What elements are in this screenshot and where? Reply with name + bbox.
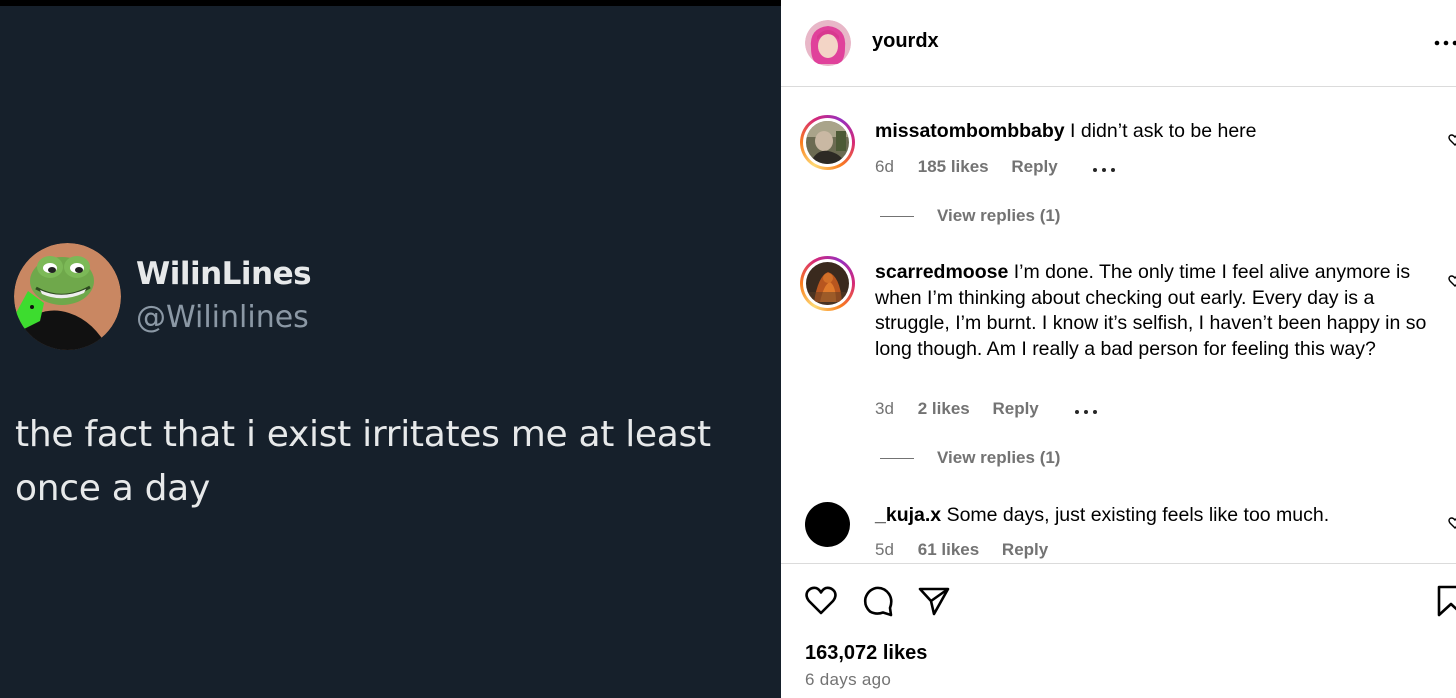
replies-divider bbox=[880, 216, 914, 218]
comment-avatar[interactable] bbox=[800, 256, 855, 311]
comment-text: _kuja.x Some days, just existing feels l… bbox=[875, 503, 1435, 529]
view-replies-button[interactable]: View replies (1) bbox=[880, 206, 1060, 226]
comment-meta: 6d 185 likes Reply bbox=[875, 157, 1116, 178]
comment-age[interactable]: 5d bbox=[875, 540, 913, 560]
comment-age[interactable]: 6d bbox=[875, 157, 913, 177]
view-replies-label: View replies (1) bbox=[937, 206, 1061, 225]
send-icon[interactable] bbox=[917, 584, 951, 618]
comment-meta: 3d 2 likes Reply bbox=[875, 399, 1098, 420]
comment-likes[interactable]: 185 likes bbox=[918, 157, 989, 177]
view-replies-label: View replies (1) bbox=[937, 448, 1061, 467]
post-actions-bar: 163,072 likes 6 days ago bbox=[781, 563, 1456, 698]
comment-like-heart-icon[interactable] bbox=[1448, 274, 1456, 288]
comment-likes[interactable]: 2 likes bbox=[918, 399, 970, 419]
comment-body: Some days, just existing feels like too … bbox=[946, 504, 1330, 526]
post-like-count[interactable]: 163,072 likes bbox=[805, 642, 927, 665]
comment-likes[interactable]: 61 likes bbox=[918, 540, 979, 560]
comment-options-icon[interactable] bbox=[1092, 158, 1116, 178]
comment-body: I didn’t ask to be here bbox=[1070, 120, 1257, 142]
view-replies-button[interactable]: View replies (1) bbox=[880, 448, 1060, 468]
avatar-photo bbox=[806, 121, 849, 164]
post-timestamp[interactable]: 6 days ago bbox=[805, 670, 891, 690]
comment-username[interactable]: missatombombbaby bbox=[875, 120, 1065, 142]
tweet-panel: WilinLines @Wilinlines the fact that i e… bbox=[0, 0, 781, 698]
avatar-photo bbox=[806, 262, 849, 305]
tweet-handle[interactable]: @Wilinlines bbox=[136, 300, 309, 335]
reply-button[interactable]: Reply bbox=[1002, 540, 1048, 560]
comment-text: missatombombbaby I didn’t ask to be here bbox=[875, 119, 1435, 145]
comment-like-heart-icon[interactable] bbox=[1448, 133, 1456, 147]
story-ring bbox=[803, 118, 852, 167]
comment-like-heart-icon[interactable] bbox=[1448, 516, 1456, 530]
bookmark-icon[interactable] bbox=[1436, 584, 1456, 618]
owner-username[interactable]: yourdx bbox=[872, 30, 939, 53]
frog-avatar-icon[interactable] bbox=[14, 243, 121, 350]
comment-username[interactable]: scarredmoose bbox=[875, 261, 1008, 283]
heart-icon[interactable] bbox=[804, 584, 838, 618]
story-ring bbox=[803, 259, 852, 308]
comment-avatar[interactable] bbox=[800, 115, 855, 170]
tweet-display-name[interactable]: WilinLines bbox=[136, 256, 312, 292]
owner-avatar[interactable] bbox=[805, 20, 851, 66]
replies-divider bbox=[880, 458, 914, 460]
reply-button[interactable]: Reply bbox=[992, 399, 1038, 419]
tweet-text: the fact that i exist irritates me at le… bbox=[15, 414, 711, 509]
instagram-post-panel: yourdx missatombombbaby I didn’t ask to … bbox=[781, 0, 1456, 698]
comment-age[interactable]: 3d bbox=[875, 399, 913, 419]
comment-username[interactable]: _kuja.x bbox=[875, 504, 941, 526]
top-strip bbox=[0, 0, 781, 6]
comment-icon[interactable] bbox=[861, 584, 895, 618]
comment-text: scarredmoose I’m done. The only time I f… bbox=[875, 260, 1435, 362]
more-horizontal-icon[interactable] bbox=[1434, 33, 1456, 53]
reply-button[interactable]: Reply bbox=[1011, 157, 1057, 177]
comment-meta: 5d 61 likes Reply bbox=[875, 540, 1078, 560]
comment-avatar[interactable] bbox=[805, 502, 850, 547]
comment-options-icon[interactable] bbox=[1074, 400, 1098, 420]
post-header: yourdx bbox=[781, 0, 1456, 87]
